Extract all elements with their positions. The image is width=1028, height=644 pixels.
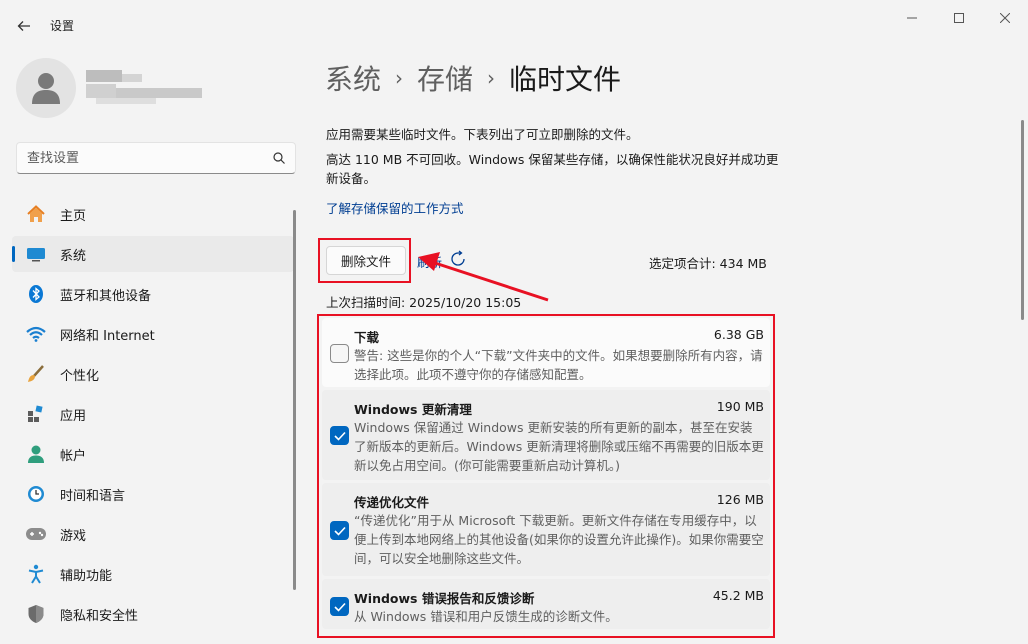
title-bar: 设置 — [0, 0, 1028, 48]
sidebar-nav: 主页 系统 蓝牙和其他设备 网络和 Internet 个性化 应用 帐户 时间和… — [12, 196, 294, 636]
maximize-icon — [954, 13, 964, 23]
list-item[interactable]: Windows 更新清理 190 MB Windows 保留通过 Windows… — [322, 390, 770, 480]
breadcrumb-storage[interactable]: 存储 — [417, 58, 473, 98]
list-item[interactable]: Windows 错误报告和反馈诊断 45.2 MB 从 Windows 错误和用… — [322, 579, 770, 629]
checkbox-windows-update-cleanup[interactable] — [330, 426, 349, 445]
avatar[interactable] — [16, 58, 76, 118]
last-scan-time: 上次扫描时间: 2025/10/20 15:05 — [326, 295, 522, 310]
sidebar-item-bluetooth[interactable]: 蓝牙和其他设备 — [12, 276, 294, 312]
sidebar-item-label: 帐户 — [60, 448, 87, 464]
page-title: 临时文件 — [509, 63, 622, 96]
bluetooth-icon — [24, 284, 48, 304]
sidebar-scrollbar[interactable] — [293, 210, 296, 590]
main-scrollbar[interactable] — [1021, 120, 1024, 320]
breadcrumb-system[interactable]: 系统 — [325, 58, 381, 98]
sidebar-item-label: 个性化 — [60, 368, 100, 384]
account-icon — [24, 444, 48, 464]
item-title: 传递优化文件 — [354, 495, 430, 510]
sidebar-item-accessibility[interactable]: 辅助功能 — [12, 556, 294, 592]
checkmark-icon — [333, 526, 346, 536]
settings-search-box[interactable] — [16, 142, 296, 174]
home-icon — [24, 204, 48, 224]
selected-total: 选定项合计: 434 MB — [649, 256, 767, 271]
description-text: 应用需要某些临时文件。下表列出了可立即删除的文件。 — [326, 127, 639, 142]
list-item[interactable]: 传递优化文件 126 MB “传递优化”用于从 Microsoft 下载更新。更… — [322, 483, 770, 576]
sidebar-item-label: 游戏 — [60, 528, 87, 544]
sidebar-item-label: 辅助功能 — [60, 568, 113, 584]
chevron-right-icon: › — [487, 66, 496, 90]
sidebar-item-privacy[interactable]: 隐私和安全性 — [12, 596, 294, 632]
sidebar-item-personalization[interactable]: 个性化 — [12, 356, 294, 392]
chevron-right-icon: › — [395, 66, 404, 90]
accessibility-icon — [24, 564, 48, 584]
back-button[interactable] — [12, 14, 36, 38]
checkmark-icon — [333, 431, 346, 441]
reserved-storage-text: 高达 110 MB 不可回收。Windows 保留某些存储，以确保性能状况良好并… — [326, 152, 779, 186]
sidebar-item-home[interactable]: 主页 — [12, 196, 294, 232]
sidebar-item-apps[interactable]: 应用 — [12, 396, 294, 432]
sidebar-item-label: 主页 — [60, 208, 87, 224]
wifi-icon — [24, 324, 48, 344]
minimize-button[interactable] — [900, 8, 924, 28]
item-size: 6.38 GB — [713, 327, 764, 342]
sidebar-item-label: 隐私和安全性 — [60, 608, 139, 624]
clock-globe-icon — [24, 484, 48, 504]
minimize-icon — [907, 17, 917, 19]
delete-files-button[interactable]: 删除文件 — [326, 246, 406, 275]
search-input[interactable] — [27, 150, 273, 166]
item-size: 45.2 MB — [712, 588, 764, 603]
item-title: 下载 — [354, 330, 380, 345]
apps-icon — [24, 404, 48, 424]
search-icon[interactable] — [273, 152, 285, 164]
item-size: 190 MB — [716, 399, 764, 414]
item-description: Windows 保留通过 Windows 更新安装的所有更新的副本，甚至在安装了… — [354, 420, 764, 473]
checkbox-downloads[interactable] — [330, 344, 349, 363]
back-arrow-icon — [17, 21, 30, 31]
sidebar-item-gaming[interactable]: 游戏 — [12, 516, 294, 552]
sidebar-item-label: 蓝牙和其他设备 — [60, 288, 152, 304]
learn-reserved-storage-link[interactable]: 了解存储保留的工作方式 — [326, 198, 464, 217]
shield-icon — [24, 604, 48, 624]
item-title: Windows 更新清理 — [354, 402, 472, 417]
temp-file-list: 下载 6.38 GB 警告: 这些是你的个人“下载”文件夹中的文件。如果想要删除… — [322, 318, 770, 632]
checkmark-icon — [333, 602, 346, 612]
sidebar-item-network[interactable]: 网络和 Internet — [12, 316, 294, 352]
item-title: Windows 错误报告和反馈诊断 — [354, 591, 535, 606]
gamepad-icon — [24, 524, 48, 544]
breadcrumb: 系统 › 存储 › 临时文件 — [325, 58, 621, 98]
item-description: “传递优化”用于从 Microsoft 下载更新。更新文件存储在专用缓存中，以便… — [354, 513, 764, 566]
checkbox-delivery-optimization[interactable] — [330, 521, 349, 540]
refresh-link[interactable]: 刷新 — [417, 252, 442, 271]
item-description: 警告: 这些是你的个人“下载”文件夹中的文件。如果想要删除所有内容，请选择此项。… — [354, 348, 763, 382]
sidebar-item-accounts[interactable]: 帐户 — [12, 436, 294, 472]
sidebar-item-label: 时间和语言 — [60, 488, 126, 504]
maximize-button[interactable] — [947, 8, 971, 28]
item-size: 126 MB — [716, 492, 764, 507]
sidebar-item-label: 系统 — [60, 248, 87, 264]
close-icon — [1000, 13, 1010, 23]
sidebar-item-time-language[interactable]: 时间和语言 — [12, 476, 294, 512]
user-name-redacted — [86, 70, 202, 108]
app-title: 设置 — [50, 19, 75, 33]
item-description: 从 Windows 错误和用户反馈生成的诊断文件。 — [354, 609, 618, 624]
sidebar-item-label: 应用 — [60, 408, 87, 424]
checkbox-error-reporting[interactable] — [330, 597, 349, 616]
person-icon — [32, 73, 60, 104]
refresh-icon[interactable] — [449, 250, 467, 268]
sidebar-item-system[interactable]: 系统 — [12, 236, 294, 272]
list-item[interactable]: 下载 6.38 GB 警告: 这些是你的个人“下载”文件夹中的文件。如果想要删除… — [322, 318, 770, 387]
system-icon — [24, 244, 48, 264]
sidebar-item-label: 网络和 Internet — [60, 328, 155, 344]
close-button[interactable] — [993, 8, 1017, 28]
brush-icon — [24, 364, 48, 384]
